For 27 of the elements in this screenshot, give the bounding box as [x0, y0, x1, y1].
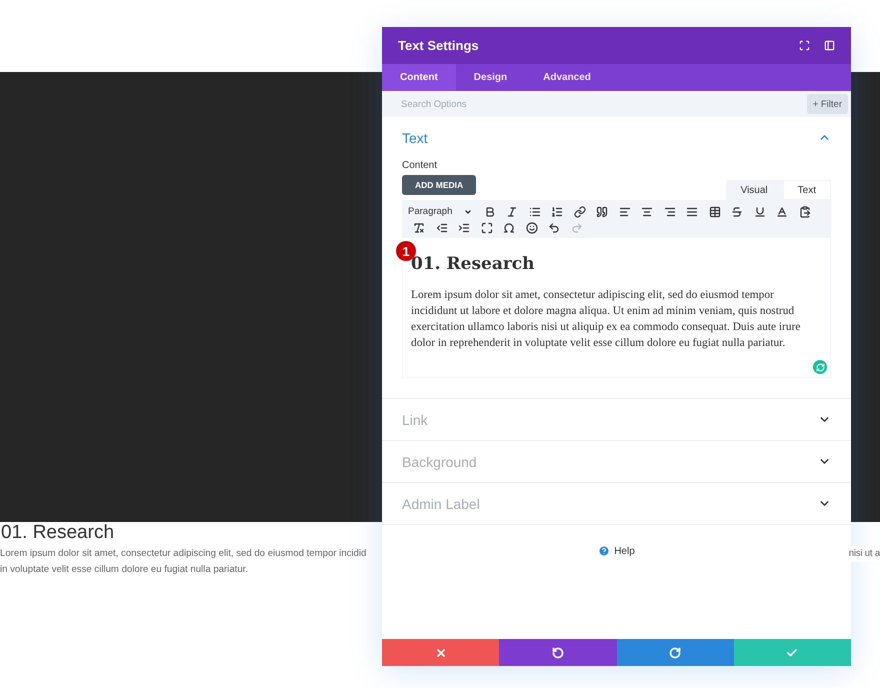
caret-icon: [464, 208, 472, 216]
check-icon: [786, 646, 798, 658]
editor-paragraph: Lorem ipsum dolor sit amet, consectetur adipiscing elit, sed do eiusmod tempor incididunt ut labore et dolore magna aliqua. Ut enim ad minim veniam, quis nostrud exercitation ullamco laboris nisi ut aliquip ex ea commodo consequat. Duis aute irure dolor in reprehenderit in voluptate velit esse cillum dolore eu fugiat nulla pariatur.: [411, 288, 802, 351]
field-label: Content: [402, 160, 438, 171]
editor-area[interactable]: [402, 238, 831, 378]
settings-tab[interactable]: Advanced: [525, 64, 609, 91]
section-header[interactable]: Text: [382, 117, 851, 158]
undo-icon: [552, 646, 564, 658]
page-paragraph-fragment: nisi ut a: [848, 546, 880, 562]
page-paragraph-line: Lorem ipsum dolor sit amet, consectetur adipiscing elit, sed do eiusmod tempor incidid: [0, 547, 366, 561]
help-icon[interactable]: [598, 545, 610, 557]
filter-button[interactable]: + Filter: [806, 94, 848, 114]
close-icon: [434, 646, 447, 658]
editor-tab[interactable]: Text: [782, 180, 831, 200]
add-media-button[interactable]: ADD MEDIA: [402, 175, 476, 195]
settings-tab[interactable]: Design: [456, 64, 526, 91]
modal-title: Text Settings: [398, 38, 480, 53]
page-heading: 01. Research: [0, 522, 116, 544]
editor-tab[interactable]: Visual: [726, 180, 783, 200]
sidebar-icon[interactable]: [824, 40, 835, 51]
redo-icon: [669, 646, 682, 658]
format-select[interactable]: Paragraph: [408, 204, 478, 219]
focus-icon[interactable]: [799, 40, 810, 51]
help-link[interactable]: Help: [614, 546, 635, 556]
grammar-check-icon[interactable]: [813, 360, 827, 374]
page-paragraph-line: in voluptate velit esse cillum dolore eu fugiat nulla pariatur.: [0, 563, 248, 577]
settings-tab[interactable]: Content: [382, 64, 456, 91]
